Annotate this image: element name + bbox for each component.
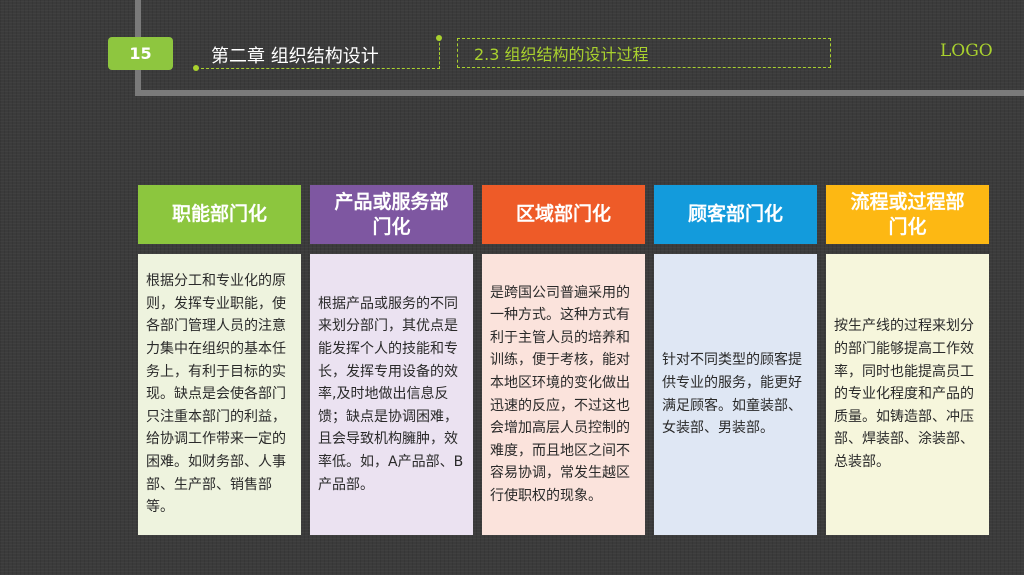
column-header: 产品或服务部门化	[310, 185, 473, 244]
chapter-underline	[196, 68, 440, 70]
column-product-service: 产品或服务部门化 根据产品或服务的不同来划分部门，其优点是能发挥个人的技能和专长…	[310, 185, 473, 535]
section-title-box: 2.3 组织结构的设计过程	[457, 38, 831, 68]
column-title: 区域部门化	[515, 203, 611, 225]
column-body: 是跨国公司普遍采用的一种方式。这种方式有利于主管人员的培养和训练，便于考核，能对…	[482, 254, 645, 535]
column-text: 针对不同类型的顾客提供专业的服务，能更好满足顾客。如童装部、女装部、男装部。	[662, 352, 802, 437]
column-text: 根据分工和专业化的原则，发挥专业职能，使各部门管理人员的注意力集中在组织的基本任…	[146, 273, 286, 516]
column-title: 职能部门化	[171, 203, 267, 225]
column-text: 是跨国公司普遍采用的一种方式。这种方式有利于主管人员的培养和训练，便于考核，能对…	[490, 284, 630, 504]
column-title: 顾客部门化	[687, 203, 783, 225]
chapter-divider	[439, 38, 441, 69]
column-text: 按生产线的过程来划分的部门能够提高工作效率，同时也能提高员工的专业化程度和产品的…	[834, 318, 974, 470]
column-text: 根据产品或服务的不同来划分部门，其优点是能发挥个人的技能和专长，发挥专用设备的效…	[318, 295, 464, 493]
column-header: 流程或过程部门化	[826, 185, 989, 244]
column-title: 产品或服务部门化	[334, 190, 449, 238]
column-title: 流程或过程部门化	[850, 190, 965, 238]
section-title: 2.3 组织结构的设计过程	[474, 45, 649, 64]
page-number: 15	[129, 44, 152, 63]
column-process: 流程或过程部门化 按生产线的过程来划分的部门能够提高工作效率，同时也能提高员工的…	[826, 185, 989, 535]
column-body: 根据分工和专业化的原则，发挥专业职能，使各部门管理人员的注意力集中在组织的基本任…	[138, 254, 301, 535]
column-customer: 顾客部门化 针对不同类型的顾客提供专业的服务，能更好满足顾客。如童装部、女装部、…	[654, 185, 817, 535]
column-header: 区域部门化	[482, 185, 645, 244]
logo: LOGO	[940, 41, 993, 61]
frame-horizontal-line	[135, 90, 1024, 96]
column-body: 根据产品或服务的不同来划分部门，其优点是能发挥个人的技能和专长，发挥专用设备的效…	[310, 254, 473, 535]
column-body: 按生产线的过程来划分的部门能够提高工作效率，同时也能提高员工的专业化程度和产品的…	[826, 254, 989, 535]
column-functional: 职能部门化 根据分工和专业化的原则，发挥专业职能，使各部门管理人员的注意力集中在…	[138, 185, 301, 535]
page-number-badge: 15	[108, 37, 173, 70]
column-body: 针对不同类型的顾客提供专业的服务，能更好满足顾客。如童装部、女装部、男装部。	[654, 254, 817, 535]
chapter-title: 第二章 组织结构设计	[211, 46, 379, 67]
column-regional: 区域部门化 是跨国公司普遍采用的一种方式。这种方式有利于主管人员的培养和训练，便…	[482, 185, 645, 535]
column-header: 职能部门化	[138, 185, 301, 244]
column-header: 顾客部门化	[654, 185, 817, 244]
